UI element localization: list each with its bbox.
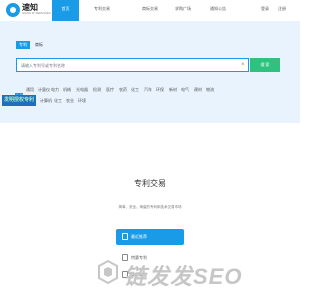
category-item[interactable]: 电力 xyxy=(51,87,59,93)
category-item[interactable]: 计量仪 xyxy=(38,87,50,93)
watermark-logo-icon xyxy=(98,260,118,284)
category-item[interactable]: 医疗 xyxy=(106,87,114,93)
nav-item-patent-trade[interactable]: 专利交易 xyxy=(94,6,110,12)
category-item[interactable]: 新材 xyxy=(169,87,177,93)
brand-tagline: SUZHI IP SERVICES xyxy=(22,11,51,15)
register-link[interactable]: 注册 xyxy=(278,6,286,12)
logo-mark-icon xyxy=(6,3,20,17)
search-input[interactable] xyxy=(17,59,227,71)
search-button[interactable]: 搜 索 xyxy=(250,58,280,72)
tab-patent[interactable]: 专利 xyxy=(16,41,30,49)
category-item[interactable]: 环保 xyxy=(156,87,164,93)
category-item[interactable]: 建材 xyxy=(194,87,202,93)
search-box: × xyxy=(16,58,249,72)
category-item[interactable]: 光电器 xyxy=(76,87,88,93)
category-item[interactable]: 电气 xyxy=(181,87,189,93)
category-item[interactable]: 物流 xyxy=(206,87,214,93)
brand-logo[interactable]: 速知 SUZHI IP SERVICES xyxy=(6,2,51,19)
category-item[interactable]: 化工 xyxy=(131,87,139,93)
document-icon xyxy=(122,233,128,240)
category-item[interactable]: 化工 xyxy=(54,98,62,104)
menu-item-recommended[interactable]: 最近推荐 xyxy=(116,229,184,245)
nav-item-wanted[interactable]: 求购广场 xyxy=(175,6,191,12)
nav-item-trademark-trade[interactable]: 商标交易 xyxy=(142,6,158,12)
category-item[interactable]: 计算机 xyxy=(40,98,52,104)
clear-icon[interactable]: × xyxy=(241,61,245,69)
nav-item-home[interactable]: 首页 xyxy=(52,0,79,21)
top-navbar: 速知 SUZHI IP SERVICES 首页 专利交易 商标交易 求购广场 通… xyxy=(0,0,300,22)
section-title: 专利交易 xyxy=(134,179,166,188)
watermark-text: 链发发SEO xyxy=(124,264,243,289)
category-item[interactable]: 农药 xyxy=(119,87,127,93)
category-item[interactable]: 检测 xyxy=(93,87,101,93)
nav-item-notices[interactable]: 通知公告 xyxy=(210,6,226,12)
login-link[interactable]: 登录 xyxy=(261,6,269,12)
nav-item-home-label: 首页 xyxy=(61,6,70,11)
category-item[interactable]: 通用 xyxy=(26,87,34,93)
category-item[interactable]: 农业 xyxy=(66,98,74,104)
section-subtitle: 简单、安全、海量的专利和技术交易市场 xyxy=(118,205,182,209)
category-item[interactable]: 汽车 xyxy=(144,87,152,93)
tab-trademark[interactable]: 商标 xyxy=(35,42,43,48)
menu-item-label: 最近推荐 xyxy=(131,234,147,239)
side-promo-badge[interactable]: 发明授权专利 xyxy=(2,95,36,106)
search-hero: 专利 商标 × 搜 索 全部 通用计量仪电力机械光电器检测医疗农药化工汽车环保新… xyxy=(0,21,300,123)
category-item[interactable]: 环境 xyxy=(78,98,86,104)
category-item[interactable]: 机械 xyxy=(63,87,71,93)
